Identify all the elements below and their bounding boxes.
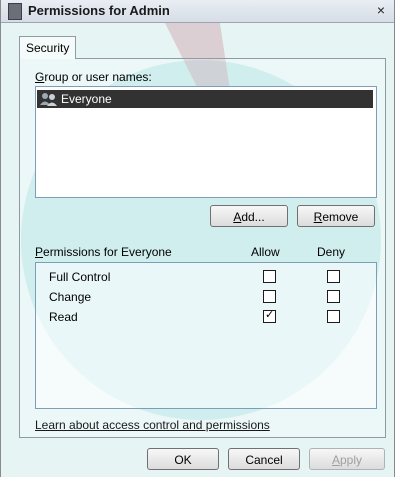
- title-bar: Permissions for Admin ×: [1, 0, 394, 23]
- permission-name: Read: [49, 310, 78, 324]
- add-button-label: dd...: [241, 210, 265, 224]
- group-names-label: Group or user names:: [35, 70, 152, 84]
- permission-row-change: Change: [49, 288, 369, 306]
- permissions-label-mnemonic: P: [35, 245, 44, 259]
- permission-name: Change: [49, 290, 92, 304]
- list-item-label: Everyone: [61, 92, 112, 106]
- allow-checkbox-full-control[interactable]: [263, 270, 276, 283]
- remove-button-mnemonic: R: [313, 210, 323, 224]
- permissions-list: Full Control Change Read ✓: [35, 262, 377, 409]
- apply-button-mnemonic: A: [331, 453, 340, 467]
- apply-button[interactable]: Apply: [309, 448, 385, 470]
- deny-column-header: Deny: [317, 245, 346, 259]
- deny-checkbox-read[interactable]: [327, 310, 340, 323]
- allow-checkbox-read[interactable]: ✓: [263, 309, 276, 323]
- learn-access-control-link[interactable]: Learn about access control and permissio…: [35, 418, 270, 432]
- remove-button-label: emove: [322, 210, 359, 224]
- allow-column-header: Allow: [251, 245, 280, 259]
- window-icon: [8, 3, 22, 20]
- list-item-everyone[interactable]: Everyone: [37, 90, 373, 108]
- cancel-button[interactable]: Cancel: [228, 448, 300, 470]
- deny-checkbox-change[interactable]: [327, 290, 340, 303]
- apply-button-label: pply: [340, 453, 363, 467]
- group-names-label-mnemonic: G: [35, 70, 45, 84]
- permissions-label-text: ermissions for Everyone: [43, 245, 172, 259]
- permissions-label: Permissions for Everyone: [35, 245, 172, 259]
- allow-checkbox-change[interactable]: [263, 290, 276, 303]
- group-names-label-text: roup or user names:: [44, 70, 152, 84]
- deny-checkbox-full-control[interactable]: [327, 270, 340, 283]
- check-icon: ✓: [265, 309, 275, 321]
- tab-security-label: Security: [26, 41, 70, 55]
- ok-button[interactable]: OK: [147, 448, 219, 470]
- permission-row-full-control: Full Control: [49, 268, 369, 286]
- permission-row-read: Read ✓: [49, 308, 369, 326]
- permission-name: Full Control: [49, 270, 111, 284]
- remove-button[interactable]: Remove: [297, 205, 375, 227]
- group-user-listbox[interactable]: Everyone: [35, 86, 377, 198]
- users-icon: [40, 93, 57, 106]
- permissions-dialog: Permissions for Admin × Security Group o…: [0, 0, 395, 477]
- add-button[interactable]: Add...: [210, 205, 288, 227]
- tab-security[interactable]: Security: [19, 36, 77, 59]
- close-icon[interactable]: ×: [374, 2, 388, 18]
- window-title: Permissions for Admin: [28, 3, 170, 18]
